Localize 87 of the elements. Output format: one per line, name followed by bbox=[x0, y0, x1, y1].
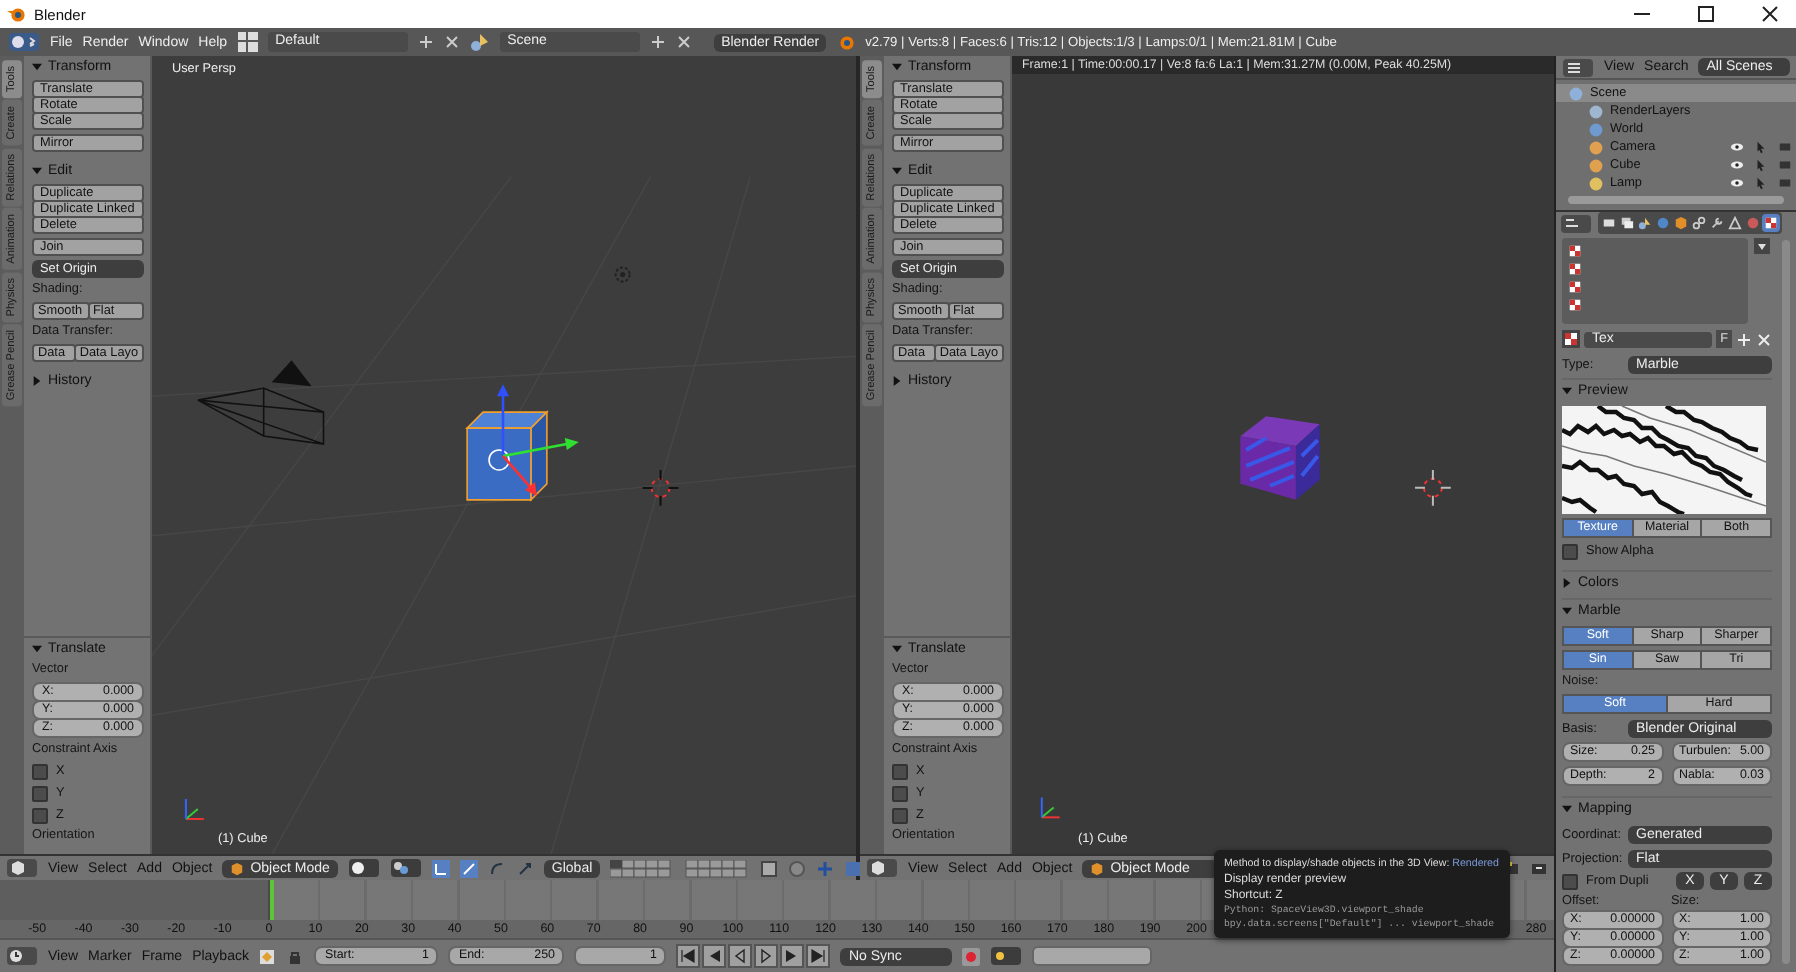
shading-dropdown-icon[interactable] bbox=[347, 858, 380, 878]
sphere-icon bbox=[1746, 216, 1760, 230]
proportional-edit-icon[interactable] bbox=[788, 859, 807, 877]
blender-logo-icon bbox=[835, 32, 856, 52]
checkbox[interactable] bbox=[892, 785, 908, 801]
clock-editor-icon[interactable] bbox=[6, 946, 38, 966]
disclosure-triangle-icon bbox=[892, 376, 902, 386]
jump-end-icon[interactable] bbox=[806, 944, 831, 968]
editor-type-icon[interactable] bbox=[6, 858, 38, 878]
axis-icon bbox=[1040, 796, 1061, 819]
horizontal-scrollbar[interactable] bbox=[1568, 196, 1784, 204]
blender-logo-icon bbox=[6, 4, 26, 24]
disclosure-triangle-icon bbox=[1562, 606, 1572, 616]
lock-icon[interactable] bbox=[286, 947, 305, 965]
transform-manipulator-drawing[interactable] bbox=[497, 384, 579, 496]
checkbox[interactable] bbox=[32, 785, 48, 801]
disclosure-triangle-icon bbox=[892, 166, 902, 176]
properties-editor-icon[interactable] bbox=[1560, 213, 1592, 233]
info-editor-icon[interactable] bbox=[8, 32, 40, 52]
3d-cursor-icon bbox=[641, 468, 680, 507]
3d-cursor-icon bbox=[1414, 468, 1452, 507]
previous-keyframe-icon[interactable] bbox=[702, 944, 727, 968]
pivot-dropdown-icon[interactable] bbox=[389, 858, 422, 878]
checkerboard-icon bbox=[1568, 244, 1582, 258]
keying-dropdown-icon[interactable] bbox=[990, 946, 1023, 966]
snap-target-icon[interactable] bbox=[844, 859, 863, 877]
maximize-icon[interactable] bbox=[1696, 4, 1716, 24]
properties-tab[interactable] bbox=[1690, 214, 1708, 232]
chain-icon bbox=[1692, 216, 1706, 230]
checkbox[interactable] bbox=[32, 807, 48, 823]
disclosure-triangle-icon bbox=[32, 376, 42, 386]
play-icon[interactable] bbox=[754, 944, 779, 968]
checkerboard-icon bbox=[1568, 280, 1582, 294]
checkerboard-icon bbox=[1568, 262, 1582, 276]
translate-arrow-icon[interactable] bbox=[459, 859, 478, 877]
cube-drawing[interactable] bbox=[465, 410, 549, 502]
eye-icon[interactable] bbox=[1730, 158, 1744, 173]
rotate-arc-icon[interactable] bbox=[487, 859, 506, 877]
checkbox[interactable] bbox=[32, 763, 48, 779]
play-reverse-icon[interactable] bbox=[728, 944, 753, 968]
cube-icon bbox=[230, 861, 245, 875]
wrench-icon bbox=[1710, 216, 1724, 230]
screen-layout-icon[interactable] bbox=[237, 32, 258, 52]
disclosure-triangle-icon bbox=[1562, 578, 1572, 588]
add-icon[interactable] bbox=[417, 34, 434, 50]
disclosure-triangle-icon bbox=[892, 644, 902, 654]
layer-grid-icon[interactable] bbox=[610, 859, 751, 877]
arrow-down-icon[interactable] bbox=[1754, 238, 1770, 254]
checkbox[interactable] bbox=[1562, 543, 1578, 559]
disclosure-triangle-icon bbox=[32, 62, 42, 72]
properties-tab[interactable] bbox=[1708, 214, 1726, 232]
disclosure-triangle-icon bbox=[32, 644, 42, 654]
properties-tab[interactable] bbox=[1672, 214, 1690, 232]
properties-tab[interactable] bbox=[1636, 214, 1654, 232]
properties-tab[interactable] bbox=[1618, 214, 1636, 232]
axis-icon bbox=[184, 798, 205, 820]
scale-icon[interactable] bbox=[515, 859, 534, 877]
checkbox[interactable] bbox=[892, 763, 908, 779]
jump-start-icon[interactable] bbox=[676, 944, 701, 968]
checkbox[interactable] bbox=[892, 807, 908, 823]
eye-icon[interactable] bbox=[1730, 176, 1744, 191]
properties-tab[interactable] bbox=[1762, 214, 1780, 232]
disclosure-triangle-icon bbox=[32, 166, 42, 176]
cube-icon bbox=[1090, 861, 1105, 875]
properties-tab[interactable] bbox=[1726, 214, 1744, 232]
manipulator-toggle-icon[interactable] bbox=[431, 859, 450, 877]
add-icon[interactable] bbox=[649, 34, 666, 50]
globe-icon bbox=[1656, 216, 1670, 230]
disclosure-triangle-icon bbox=[1562, 386, 1572, 396]
image-stack-icon bbox=[1620, 216, 1634, 230]
triangle-icon bbox=[1728, 216, 1742, 230]
checkerboard-icon[interactable] bbox=[1562, 330, 1580, 348]
cone-sphere-icon bbox=[1638, 216, 1652, 230]
checkbox[interactable] bbox=[1562, 873, 1578, 889]
outliner-editor-icon[interactable] bbox=[1562, 57, 1594, 78]
checkerboard-icon bbox=[1568, 298, 1582, 312]
next-keyframe-icon[interactable] bbox=[780, 944, 805, 968]
keyframe-icon[interactable] bbox=[258, 947, 277, 965]
eye-icon[interactable] bbox=[1730, 140, 1744, 155]
editor-type-icon[interactable] bbox=[866, 858, 898, 878]
disclosure-triangle-icon bbox=[892, 62, 902, 72]
keying-set-field[interactable] bbox=[1032, 946, 1153, 966]
close-icon[interactable] bbox=[1760, 4, 1780, 24]
cube-icon bbox=[1674, 216, 1688, 230]
disclosure-triangle-icon bbox=[1562, 804, 1572, 814]
checkerboard-icon bbox=[1764, 216, 1778, 230]
layers-icon[interactable] bbox=[760, 859, 779, 877]
